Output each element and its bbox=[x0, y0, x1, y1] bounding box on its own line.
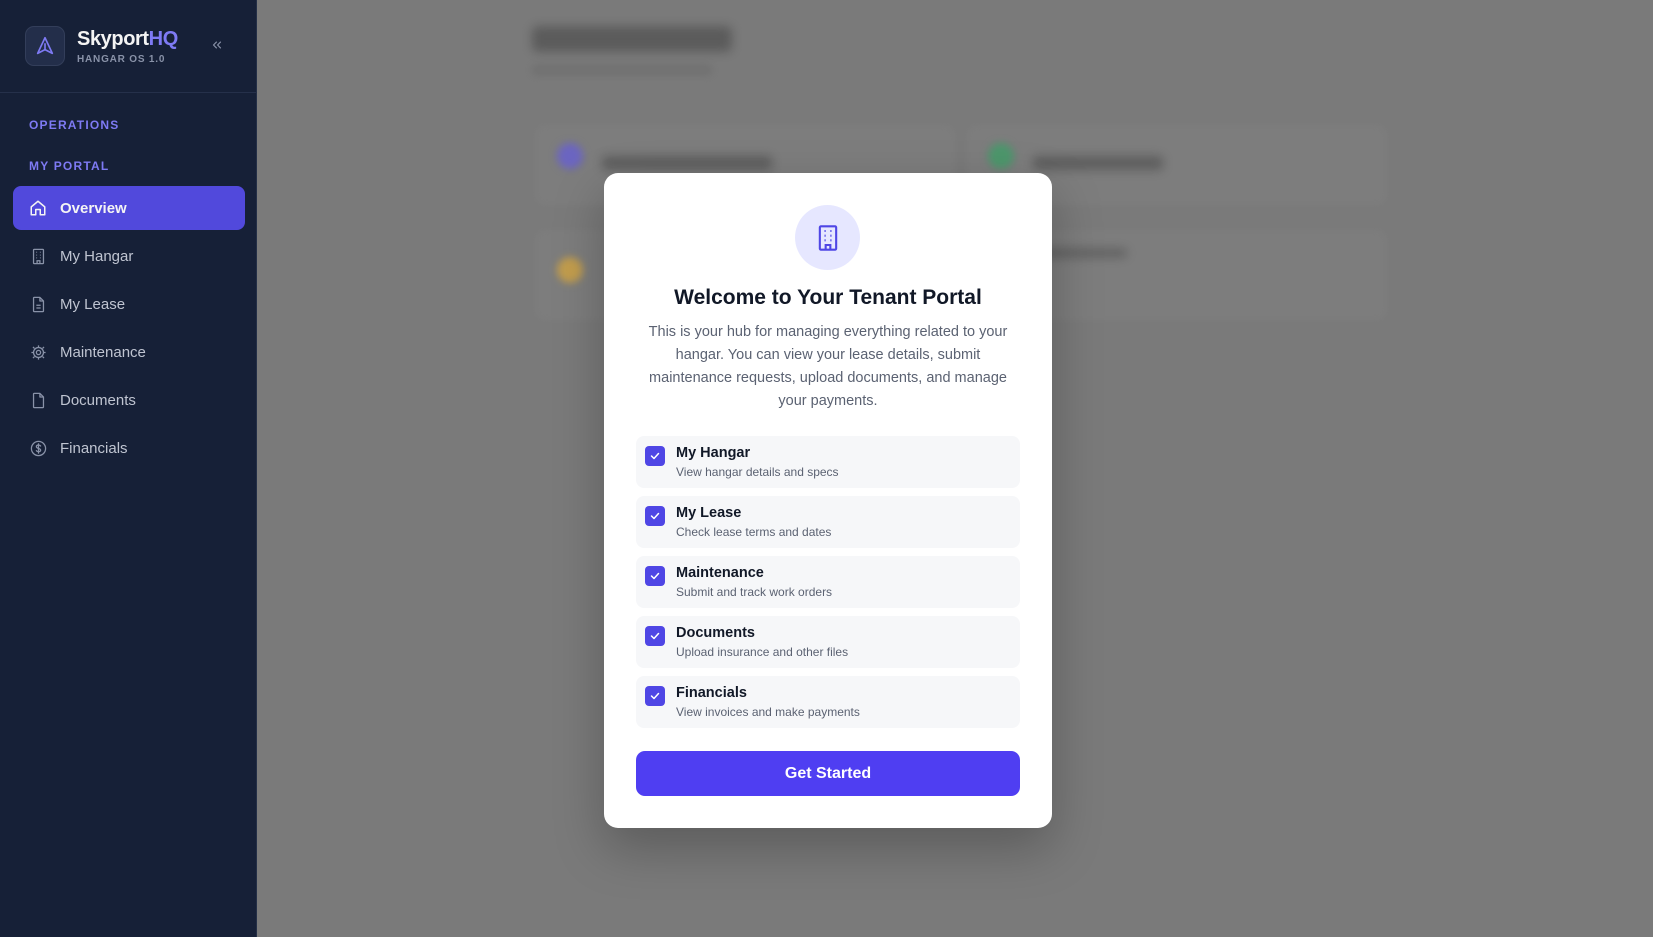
checkbox[interactable] bbox=[645, 446, 665, 466]
feature-subtitle: Submit and track work orders bbox=[676, 585, 833, 599]
check-icon bbox=[650, 572, 660, 580]
checkbox[interactable] bbox=[645, 686, 665, 706]
feature-title: My Hangar bbox=[676, 445, 751, 461]
feature-subtitle: Upload insurance and other files bbox=[676, 645, 849, 659]
feature-subtitle: View invoices and make payments bbox=[676, 705, 860, 719]
app-root: SkyportHQ HANGAR OS 1.0 OPERATIONS MY PO… bbox=[0, 0, 1653, 937]
feature-documents: Documents Upload insurance and other fil… bbox=[636, 616, 1020, 668]
feature-my-lease: My Lease Check lease terms and dates bbox=[636, 496, 1020, 548]
feature-title: Financials bbox=[676, 685, 747, 701]
checkbox[interactable] bbox=[645, 566, 665, 586]
checkbox[interactable] bbox=[645, 626, 665, 646]
check-icon bbox=[650, 512, 660, 520]
modal-description: This is your hub for managing everything… bbox=[648, 324, 1008, 409]
feature-title: Maintenance bbox=[676, 565, 764, 581]
feature-list: My Hangar View hangar details and specs … bbox=[636, 436, 1020, 736]
feature-financials: Financials View invoices and make paymen… bbox=[636, 676, 1020, 728]
feature-subtitle: Check lease terms and dates bbox=[676, 525, 832, 539]
feature-subtitle: View hangar details and specs bbox=[676, 465, 839, 479]
check-icon bbox=[650, 452, 660, 460]
building-icon bbox=[795, 205, 860, 270]
feature-my-hangar: My Hangar View hangar details and specs bbox=[636, 436, 1020, 488]
feature-title: Documents bbox=[676, 625, 755, 641]
feature-title: My Lease bbox=[676, 505, 742, 521]
modal-title: Welcome to Your Tenant Portal bbox=[674, 286, 982, 309]
feature-maintenance: Maintenance Submit and track work orders bbox=[636, 556, 1020, 608]
check-icon bbox=[650, 632, 660, 640]
checkbox[interactable] bbox=[645, 506, 665, 526]
check-icon bbox=[650, 692, 660, 700]
welcome-modal: Welcome to Your Tenant Portal This is yo… bbox=[604, 173, 1052, 828]
get-started-button[interactable]: Get Started bbox=[636, 751, 1020, 796]
